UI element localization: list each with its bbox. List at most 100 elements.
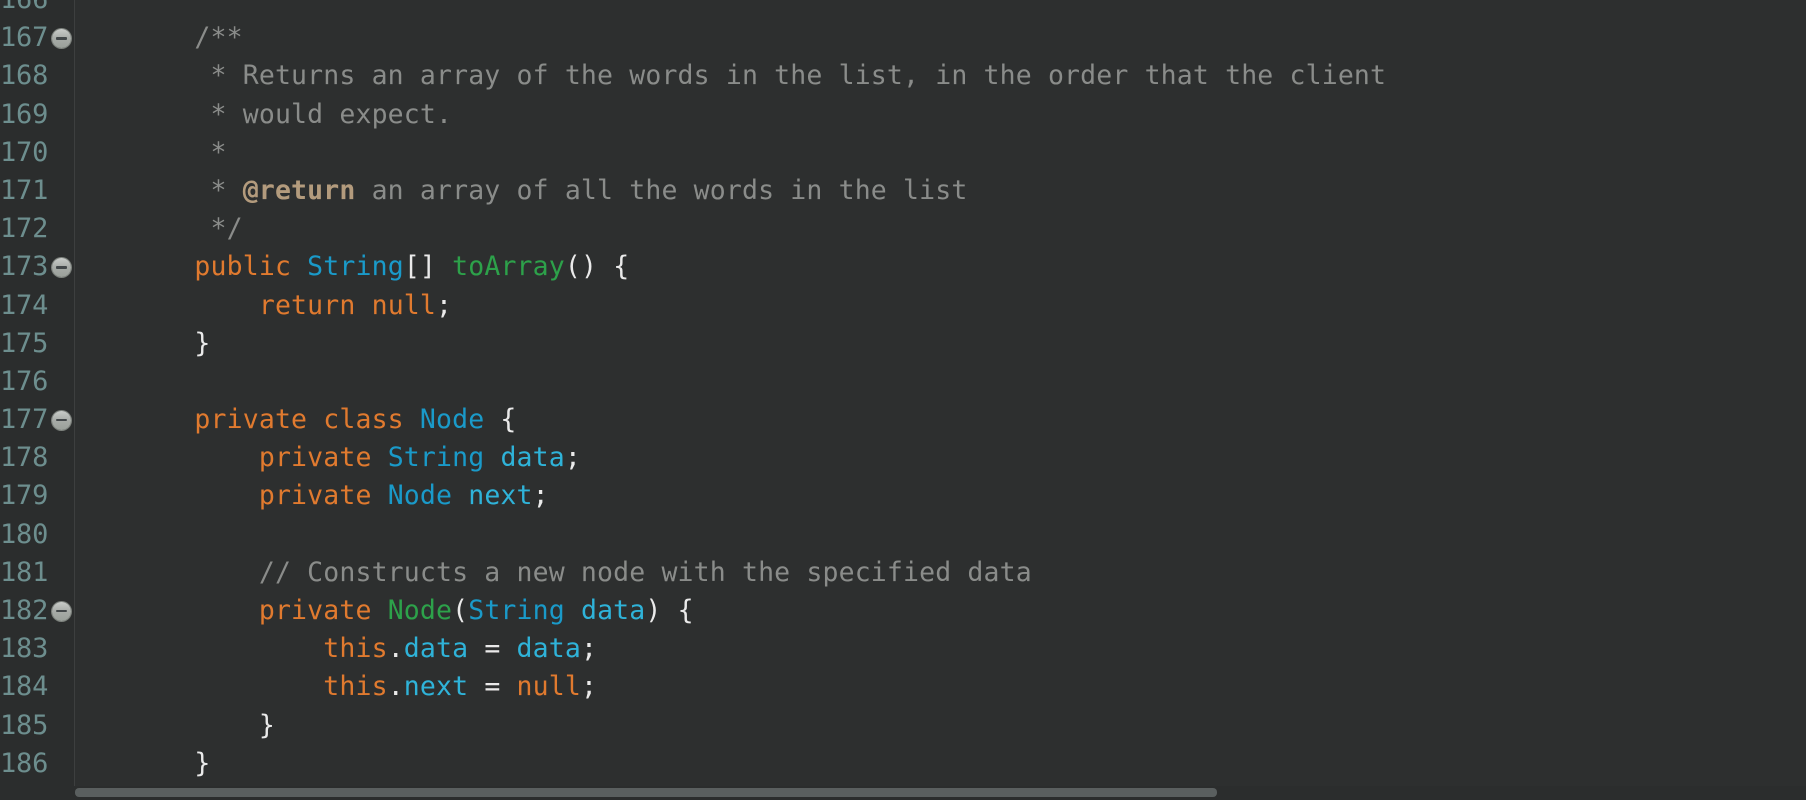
code-line[interactable]: return null; — [75, 287, 1806, 325]
code-token-pun: () { — [564, 251, 630, 283]
code-line[interactable]: } — [75, 745, 1806, 783]
line-number[interactable]: 175 — [0, 325, 75, 363]
code-token-var: next — [468, 480, 533, 512]
code-line[interactable] — [75, 0, 1806, 19]
line-number-label: 182 — [0, 595, 49, 626]
code-line[interactable]: // Constructs a new node with the specif… — [75, 554, 1806, 592]
line-number[interactable]: 176 — [0, 363, 75, 401]
code-line[interactable]: private Node(String data) { — [75, 592, 1806, 630]
code-token-pun: } — [130, 709, 275, 741]
code-line-list: /** * Returns an array of the words in t… — [75, 0, 1806, 800]
code-token-cmt: /** — [194, 22, 243, 54]
code-token-pun — [130, 442, 259, 473]
code-fold-collapse-icon[interactable] — [52, 601, 71, 621]
code-line[interactable]: this.data = data; — [75, 630, 1806, 668]
code-token-cmt: * — [130, 136, 227, 168]
code-token-tag: @return — [242, 174, 356, 206]
code-token-var: data — [580, 595, 646, 626]
code-line[interactable]: } — [75, 707, 1806, 745]
line-number-label: 167 — [0, 22, 49, 54]
line-number[interactable]: 186 — [0, 745, 75, 783]
code-token-pun: [] — [403, 251, 453, 283]
code-token-pun — [372, 442, 388, 473]
line-number-label: 184 — [0, 671, 49, 703]
code-token-var: data — [516, 633, 581, 665]
code-line[interactable]: this.next = null; — [75, 668, 1806, 706]
code-token-pun: ; — [564, 442, 581, 474]
code-token-kw: private — [258, 595, 372, 626]
line-number[interactable]: 177 — [0, 401, 75, 439]
code-token-kw: private — [258, 480, 372, 512]
line-number[interactable]: 178 — [0, 439, 75, 477]
code-token-fn: Node — [387, 595, 453, 626]
code-token-cmt: * Returns an array of the words in the l… — [130, 60, 1387, 92]
code-line[interactable]: */ — [75, 210, 1806, 248]
line-number[interactable]: 167 — [0, 19, 75, 57]
line-number-label: 179 — [0, 480, 49, 512]
code-token-cmt: an array of all the words in the list — [355, 174, 968, 206]
horizontal-scrollbar-thumb[interactable] — [75, 788, 1217, 797]
line-number[interactable]: 168 — [0, 57, 75, 95]
code-token-pun — [130, 633, 323, 664]
line-number[interactable]: 169 — [0, 96, 75, 134]
line-number[interactable]: 185 — [0, 707, 75, 745]
line-number[interactable]: 173 — [0, 248, 75, 286]
code-token-pun: = — [468, 633, 517, 665]
line-number[interactable]: 174 — [0, 287, 75, 325]
code-token-pun — [484, 442, 500, 473]
code-line[interactable]: * @return an array of all the words in t… — [75, 172, 1806, 210]
code-token-pun — [355, 290, 371, 321]
code-line[interactable]: private Node next; — [75, 477, 1806, 515]
line-number-label: 177 — [0, 404, 49, 436]
code-token-var: next — [403, 671, 469, 703]
line-number[interactable]: 181 — [0, 554, 75, 592]
code-fold-collapse-icon[interactable] — [52, 257, 71, 277]
code-line[interactable]: private String data; — [75, 439, 1806, 477]
code-line[interactable]: /** — [75, 19, 1806, 57]
code-token-type: Node — [419, 404, 485, 436]
line-number-label: 178 — [0, 442, 49, 474]
code-line[interactable]: * Returns an array of the words in the l… — [75, 57, 1806, 95]
code-token-pun: . — [387, 671, 404, 703]
line-number[interactable]: 180 — [0, 516, 75, 554]
code-token-kw: public — [194, 251, 292, 283]
code-token-pun — [130, 595, 259, 626]
code-line[interactable]: * — [75, 134, 1806, 172]
code-token-fn: toArray — [452, 251, 565, 283]
code-fold-collapse-icon[interactable] — [52, 410, 71, 430]
code-token-pun: = — [468, 671, 517, 703]
line-number[interactable]: 170 — [0, 134, 75, 172]
code-line[interactable] — [75, 363, 1806, 401]
line-number-label: 176 — [0, 365, 49, 397]
code-token-pun: } — [130, 747, 211, 779]
line-number-label: 169 — [0, 98, 49, 130]
code-content-area[interactable]: /** * Returns an array of the words in t… — [75, 0, 1806, 800]
code-token-pun — [565, 595, 581, 626]
code-token-cmt: * would expect. — [130, 98, 453, 130]
code-token-pun: ; — [580, 633, 598, 665]
code-token-pun — [130, 671, 323, 702]
code-token-pun — [372, 595, 388, 626]
line-number[interactable]: 182 — [0, 592, 75, 630]
line-number[interactable]: 171 — [0, 172, 75, 210]
line-number-label: 181 — [0, 556, 49, 588]
code-line[interactable]: } — [75, 325, 1806, 363]
line-number[interactable]: 179 — [0, 477, 75, 515]
line-number-gutter[interactable]: 166 167 168 169 170 171 172 173 174 175 176 177 178 1… — [0, 0, 75, 800]
code-token-pun: ; — [532, 480, 549, 512]
code-token-cmt: * — [130, 174, 243, 206]
line-number[interactable]: 166 — [0, 0, 75, 19]
code-line[interactable]: public String[] toArray() { — [75, 248, 1806, 286]
code-line[interactable] — [75, 516, 1806, 554]
code-line[interactable]: * would expect. — [75, 96, 1806, 134]
code-line[interactable]: private class Node { — [75, 401, 1806, 439]
line-number-label: 175 — [0, 327, 49, 359]
code-token-pun — [130, 251, 194, 282]
code-token-pun: ( — [452, 595, 469, 626]
horizontal-scrollbar-track[interactable] — [0, 786, 1806, 800]
line-number[interactable]: 183 — [0, 630, 75, 668]
line-number[interactable]: 172 — [0, 210, 75, 248]
code-fold-collapse-icon[interactable] — [52, 28, 71, 48]
line-number-label: 180 — [0, 518, 49, 550]
line-number[interactable]: 184 — [0, 668, 75, 706]
